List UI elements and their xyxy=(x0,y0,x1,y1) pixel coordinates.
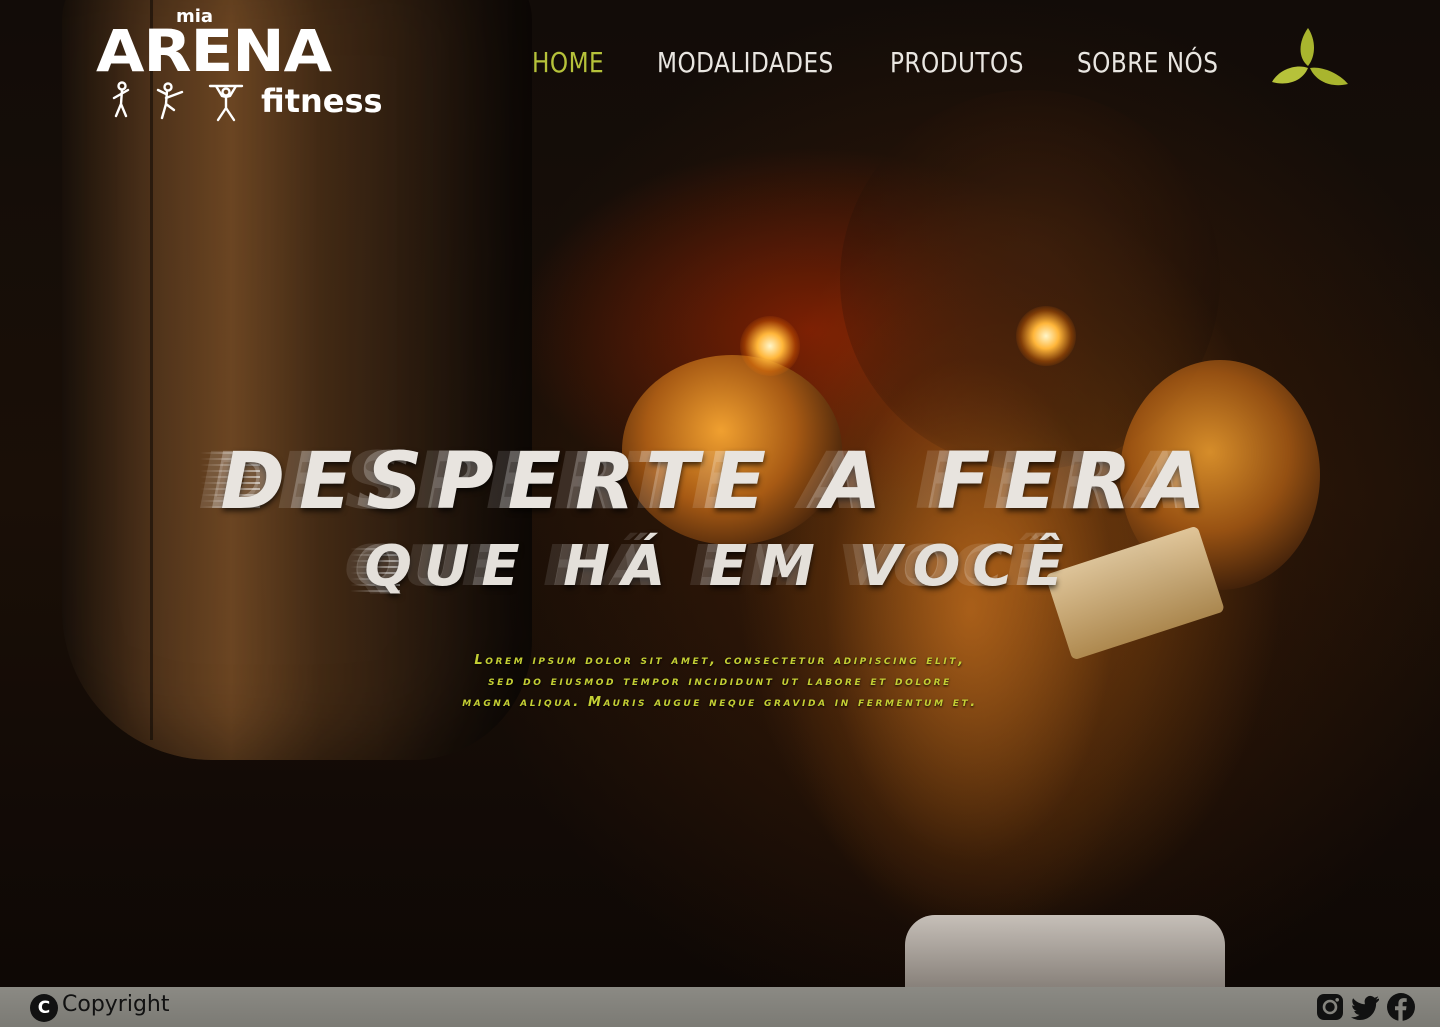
instagram-icon[interactable] xyxy=(1314,991,1346,1023)
nav-item-home[interactable]: HOME xyxy=(532,46,604,79)
twitter-icon[interactable] xyxy=(1349,991,1381,1023)
athletes-icon xyxy=(112,81,244,122)
hero-headline-wrap: DESPERTE A FERA xyxy=(0,436,1440,528)
logo-fitness-text: fitness xyxy=(261,82,383,120)
hero-description-line: sed do eiusmod tempor incididunt ut labo… xyxy=(488,674,952,689)
hero-subheadline: QUE HÁ EM VOCÊ xyxy=(364,534,1076,599)
logo-arena-text: ARENA xyxy=(96,17,332,85)
leaf-brand-icon[interactable] xyxy=(1268,24,1352,88)
hero-description-line: Lorem ipsum dolor sit amet, consectetur … xyxy=(474,653,966,668)
nav-item-produtos[interactable]: PRODUTOS xyxy=(890,46,1024,79)
shorts-image xyxy=(905,915,1225,987)
copyright-label: Copyright xyxy=(62,992,170,1017)
hero-description: Lorem ipsum dolor sit amet, consectetur … xyxy=(340,650,1100,713)
hero-headline: DESPERTE A FERA xyxy=(220,437,1220,527)
facebook-icon[interactable] xyxy=(1385,991,1417,1023)
spark-glow xyxy=(1016,306,1076,366)
site-logo[interactable]: mia ARENA fitness xyxy=(96,4,396,128)
hero-description-line: magna aliqua. Mauris augue neque gravida… xyxy=(462,695,978,710)
copyright-icon: C xyxy=(30,994,58,1022)
nav-item-modalidades[interactable]: MODALIDADES xyxy=(657,46,834,79)
nav-item-sobre-nos[interactable]: SOBRE NÓS xyxy=(1077,46,1218,79)
spark-glow xyxy=(740,316,800,376)
footer-bar: C Copyright xyxy=(0,987,1440,1027)
